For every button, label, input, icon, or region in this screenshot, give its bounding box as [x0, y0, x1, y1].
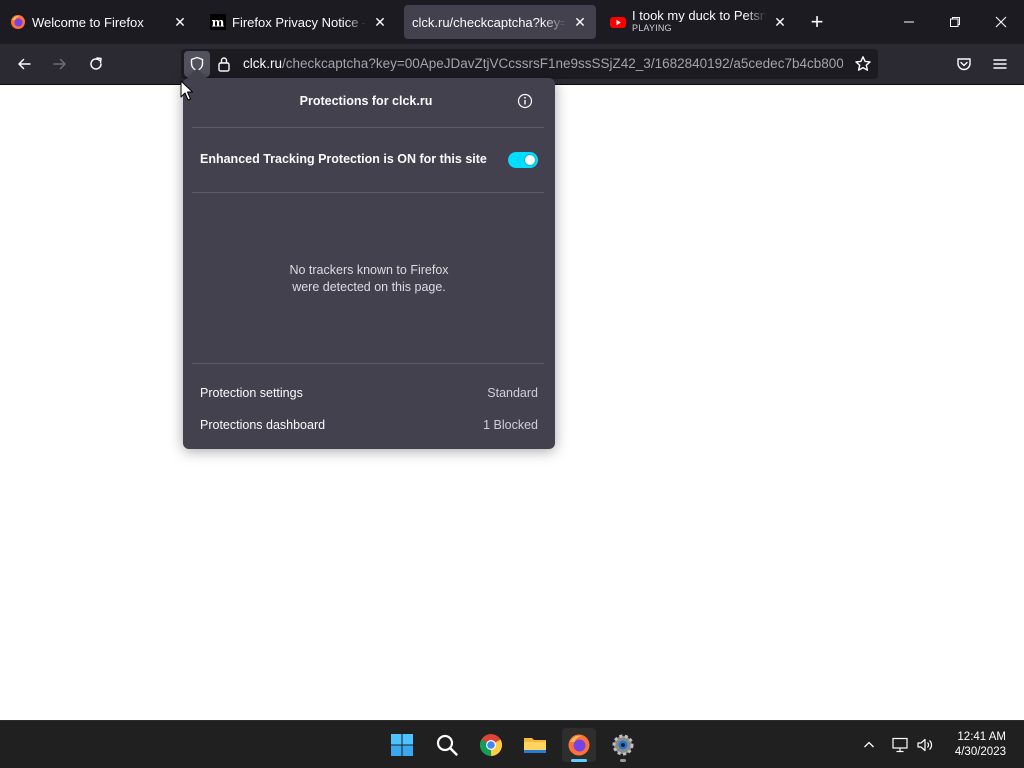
bookmark-button[interactable]	[853, 54, 873, 74]
close-tab-icon[interactable]: ✕	[570, 12, 590, 32]
taskbar-firefox[interactable]	[562, 728, 596, 762]
no-trackers-message: No trackers known to Firefox were detect…	[183, 262, 555, 296]
no-trackers-line-2: were detected on this page.	[292, 280, 446, 294]
tab-title: Firefox Privacy Notice — Mozilla	[232, 14, 366, 30]
url-text[interactable]: clck.ru/checkcaptcha?key=00ApeJDavZtjVCc…	[243, 56, 843, 71]
tab-title: clck.ru/checkcaptcha?key=00ApeJDavZ	[412, 14, 566, 30]
close-window-button[interactable]	[978, 0, 1024, 44]
site-info-button[interactable]	[215, 55, 233, 73]
volume-button[interactable]	[914, 734, 936, 756]
protection-settings-value: Standard	[487, 386, 538, 400]
star-icon	[855, 56, 871, 71]
firefox-icon	[10, 14, 26, 30]
taskbar-settings[interactable]	[606, 728, 640, 762]
panel-title: Protections for clck.ru	[299, 94, 433, 108]
restore-icon	[950, 17, 960, 27]
tab-playing-label: PLAYING	[632, 23, 672, 33]
show-hidden-icons-button[interactable]	[858, 734, 880, 756]
reload-button[interactable]	[80, 48, 112, 80]
etp-toggle[interactable]	[508, 152, 538, 168]
close-tab-icon[interactable]: ✕	[770, 12, 790, 32]
taskbar-file-explorer[interactable]	[518, 728, 552, 762]
search-icon	[436, 734, 458, 756]
restore-button[interactable]	[932, 0, 978, 44]
info-icon	[517, 93, 533, 109]
pocket-button[interactable]	[948, 48, 980, 80]
divider	[192, 127, 544, 128]
address-bar[interactable]: clck.ru/checkcaptcha?key=00ApeJDavZtjVCc…	[181, 49, 878, 79]
close-icon	[995, 16, 1007, 28]
app-menu-button[interactable]	[984, 48, 1016, 80]
windows-taskbar: 12:41 AM 4/30/2023	[0, 720, 1024, 768]
pocket-icon	[957, 58, 971, 71]
clock-time: 12:41 AM	[957, 731, 1006, 743]
start-button[interactable]	[385, 728, 419, 762]
etp-status-label: Enhanced Tracking Protection is ON for t…	[200, 152, 487, 166]
mouse-cursor-icon	[180, 80, 193, 101]
hamburger-menu-icon	[993, 59, 1007, 69]
firefox-icon	[568, 734, 590, 756]
divider	[192, 363, 544, 364]
toggle-knob	[525, 155, 535, 165]
tab-title: Welcome to Firefox	[32, 14, 144, 30]
forward-button[interactable]	[44, 48, 76, 80]
reload-icon	[90, 57, 102, 70]
file-explorer-icon	[524, 738, 546, 753]
chevron-up-icon	[864, 741, 874, 748]
protection-settings-link[interactable]: Protection settings	[200, 386, 303, 400]
tab-firefox-privacy-notice[interactable]: m Firefox Privacy Notice — Mozilla ✕	[200, 0, 400, 44]
protections-panel: Protections for clck.ru Enhanced Trackin…	[183, 68, 555, 449]
protections-dashboard-link[interactable]: Protections dashboard	[200, 418, 325, 432]
taskbar-chrome[interactable]	[474, 728, 508, 762]
active-app-indicator	[571, 759, 587, 762]
divider	[192, 192, 544, 193]
close-tab-icon[interactable]: ✕	[370, 12, 390, 32]
tab-clck-ru[interactable]: clck.ru/checkcaptcha?key=00ApeJDavZ ✕	[400, 0, 600, 44]
taskbar-clock[interactable]: 12:41 AM 4/30/2023	[955, 730, 1006, 760]
forward-arrow-icon	[53, 58, 66, 70]
minimize-icon	[904, 21, 914, 23]
tab-welcome-to-firefox[interactable]: Welcome to Firefox ✕	[0, 0, 200, 44]
youtube-icon	[610, 14, 626, 30]
svg-text:m: m	[212, 16, 225, 30]
clock-date: 4/30/2023	[954, 746, 1006, 758]
taskbar-search-button[interactable]	[430, 728, 464, 762]
chrome-icon	[480, 734, 502, 756]
protections-dashboard-value: 1 Blocked	[483, 418, 538, 432]
windows-start-icon	[391, 734, 413, 756]
back-arrow-icon	[18, 58, 31, 70]
info-button[interactable]	[516, 92, 534, 110]
mozilla-m-icon: m	[210, 14, 226, 30]
url-host: clck.ru	[243, 56, 283, 71]
settings-icon	[612, 734, 634, 756]
close-tab-icon[interactable]: ✕	[170, 12, 190, 32]
url-path: /checkcaptcha?key=00ApeJDavZtjVCcssrsF1n…	[282, 56, 843, 71]
speaker-icon	[917, 738, 933, 752]
tab-youtube-duck[interactable]: I took my duck to Petsmart PLAYING ✕	[600, 0, 800, 44]
no-trackers-line-1: No trackers known to Firefox	[289, 263, 449, 277]
minimize-button[interactable]	[886, 0, 932, 44]
network-icon	[892, 737, 908, 753]
back-button[interactable]	[8, 48, 40, 80]
network-button[interactable]	[890, 734, 912, 756]
lock-icon	[218, 57, 230, 72]
tab-strip: Welcome to Firefox ✕ m Firefox Privacy N…	[0, 0, 1024, 44]
new-tab-button[interactable]: +	[800, 0, 834, 44]
tab-title: I took my duck to Petsmart	[632, 9, 766, 22]
running-app-indicator	[620, 759, 626, 762]
